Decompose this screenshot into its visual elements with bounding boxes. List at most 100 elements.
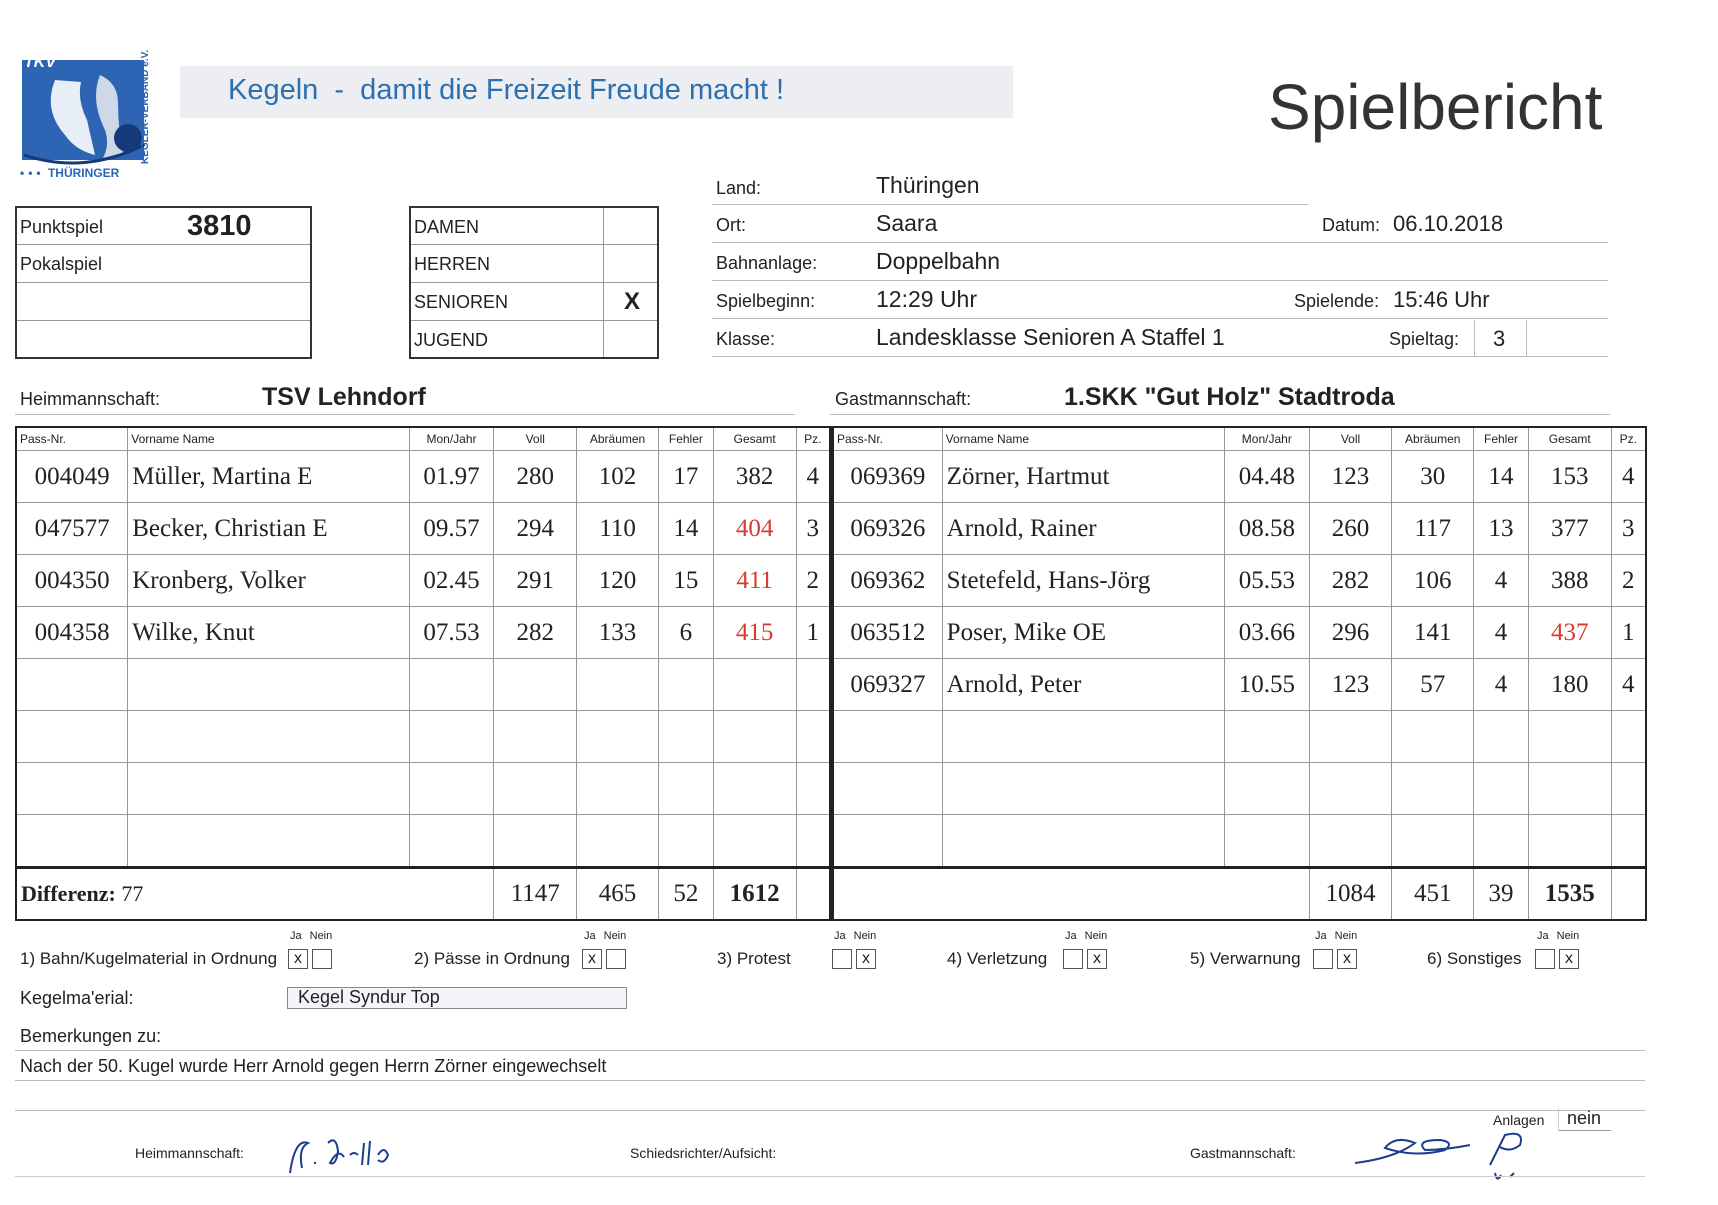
- home-total-abr: 465: [576, 866, 659, 921]
- home-gesamt-cell: [712, 814, 797, 868]
- guest-pass-cell: [832, 710, 943, 763]
- guest-gesamt-cell: 388: [1527, 554, 1612, 607]
- check-5-ja-checkbox[interactable]: [1313, 949, 1333, 969]
- home-fehler-cell: [657, 710, 714, 763]
- guest-fehler-cell: 13: [1473, 502, 1529, 555]
- home-mj-cell: 01.97: [408, 450, 495, 503]
- guest-mj-cell: [1223, 762, 1310, 815]
- footer-schiri-label: Schiedsrichter/Aufsicht:: [630, 1145, 777, 1161]
- home-pz-cell: [795, 658, 831, 711]
- guest-mj-cell: [1223, 814, 1310, 868]
- home-gesamt-cell: 382: [712, 450, 797, 503]
- guest-gesamt-cell: [1527, 762, 1612, 815]
- home-gesamt-cell: 411: [712, 554, 797, 607]
- ort-value: Saara: [876, 210, 938, 236]
- bahnanlage-label: Bahnanlage:: [716, 253, 818, 273]
- home-name-cell: [127, 658, 410, 711]
- page-title: Spielbericht: [1268, 71, 1603, 143]
- guest-mj-cell: 05.53: [1223, 554, 1310, 607]
- check-2-ja-checkbox[interactable]: x: [582, 949, 602, 969]
- nein-label: Nein: [1556, 930, 1580, 942]
- footer-heim-label: Heimmannschaft:: [135, 1145, 244, 1161]
- guest-pass-cell: 069362: [832, 554, 943, 607]
- guest-abr-cell: 141: [1391, 606, 1475, 659]
- home-mj-cell: [408, 658, 495, 711]
- home-abr-cell: 133: [576, 606, 659, 659]
- home-voll-cell: [493, 658, 578, 711]
- col-pass: Pass-Nr.: [15, 426, 129, 451]
- home-fehler-cell: 17: [657, 450, 714, 503]
- check-label-6: 6) Sonstiges: [1427, 949, 1522, 968]
- guest-gesamt-cell: [1527, 710, 1612, 763]
- guest-pz-cell: [1610, 710, 1647, 763]
- table-row: 069362 Stetefeld, Hans-Jörg 05.53 282 106 4 38…: [832, 554, 1647, 607]
- spielende-value: 15:46 Uhr: [1393, 287, 1490, 312]
- col-gesamt: Gesamt: [712, 426, 797, 451]
- col-abr: Abräumen: [1391, 426, 1475, 451]
- home-fehler-cell: [657, 814, 714, 868]
- col-voll: Voll: [1308, 426, 1393, 451]
- home-pz-cell: [795, 814, 831, 868]
- ja-label: Ja: [834, 930, 846, 942]
- col-abr: Abräumen: [576, 426, 659, 451]
- heim-team-name: TSV Lehndorf: [262, 383, 426, 411]
- home-pz-cell: [795, 710, 831, 763]
- guest-abr-cell: [1391, 710, 1475, 763]
- logo-side-text: KEGLER-VERBAND e.V.: [140, 49, 151, 164]
- home-player-rows: 004049 Müller, Martina E 01.97 280 102 17 382 4…: [15, 450, 831, 868]
- home-abr-cell: [576, 710, 659, 763]
- home-fehler-cell: [657, 762, 714, 815]
- home-pass-cell: 004350: [15, 554, 129, 607]
- home-fehler-cell: 14: [657, 502, 714, 555]
- table-row: [832, 762, 1647, 815]
- check-1-ja-checkbox[interactable]: x: [288, 949, 308, 969]
- check-3-ja-checkbox[interactable]: [832, 949, 852, 969]
- table-row: [15, 710, 831, 763]
- check-5-nein-checkbox[interactable]: x: [1337, 949, 1357, 969]
- logo-title: TKV: [24, 54, 56, 71]
- guest-gesamt-cell: [1527, 814, 1612, 868]
- home-pz-cell: 3: [795, 502, 831, 555]
- check-1-nein-checkbox[interactable]: [312, 949, 332, 969]
- pokalspiel-label: Pokalspiel: [20, 254, 103, 274]
- check-4-nein-checkbox[interactable]: x: [1087, 949, 1107, 969]
- guest-gesamt-cell: 153: [1527, 450, 1612, 503]
- guest-mj-cell: 08.58: [1223, 502, 1310, 555]
- check-6-nein-checkbox[interactable]: x: [1559, 949, 1579, 969]
- ja-nein-header-3: Ja Nein: [834, 930, 876, 942]
- home-name-cell: Becker, Christian E: [127, 502, 410, 555]
- home-total-fehler: 52: [657, 866, 714, 921]
- check-label-3: 3) Protest: [717, 949, 791, 968]
- guest-voll-cell: 123: [1308, 658, 1393, 711]
- spielende-label: Spielende:: [1294, 291, 1380, 311]
- check-label-1: 1) Bahn/Kugelmaterial in Ordnung: [20, 949, 278, 968]
- senioren-checkmark: X: [624, 288, 641, 315]
- category-box: DAMEN HERREN SENIOREN X JUGEND: [409, 206, 659, 359]
- nein-label: Nein: [603, 930, 627, 942]
- check-label-2: 2) Pässe in Ordnung: [414, 949, 570, 968]
- home-voll-cell: 282: [493, 606, 578, 659]
- check-6-ja-checkbox[interactable]: [1535, 949, 1555, 969]
- guest-pass-cell: 069326: [832, 502, 943, 555]
- home-abr-cell: [576, 762, 659, 815]
- home-gesamt-cell: [712, 762, 797, 815]
- home-pz-cell: 4: [795, 450, 831, 503]
- home-voll-cell: [493, 814, 578, 868]
- differenz-label: Differenz:: [21, 881, 116, 906]
- guest-abr-cell: [1391, 762, 1475, 815]
- guest-fehler-cell: 14: [1473, 450, 1529, 503]
- col-voll: Voll: [493, 426, 578, 451]
- nein-label: Nein: [309, 930, 333, 942]
- check-4-ja-checkbox[interactable]: [1063, 949, 1083, 969]
- guest-abr-cell: 117: [1391, 502, 1475, 555]
- check-2-nein-checkbox[interactable]: [606, 949, 626, 969]
- home-total-voll: 1147: [493, 866, 578, 921]
- home-fehler-cell: [657, 658, 714, 711]
- home-pass-cell: [15, 762, 129, 815]
- home-voll-cell: 294: [493, 502, 578, 555]
- home-total-gesamt: 1612: [712, 866, 797, 921]
- home-mj-cell: 07.53: [408, 606, 495, 659]
- remarks-label: Bemerkungen zu:: [20, 1026, 162, 1046]
- check-3-nein-checkbox[interactable]: x: [856, 949, 876, 969]
- ort-label: Ort:: [716, 215, 746, 235]
